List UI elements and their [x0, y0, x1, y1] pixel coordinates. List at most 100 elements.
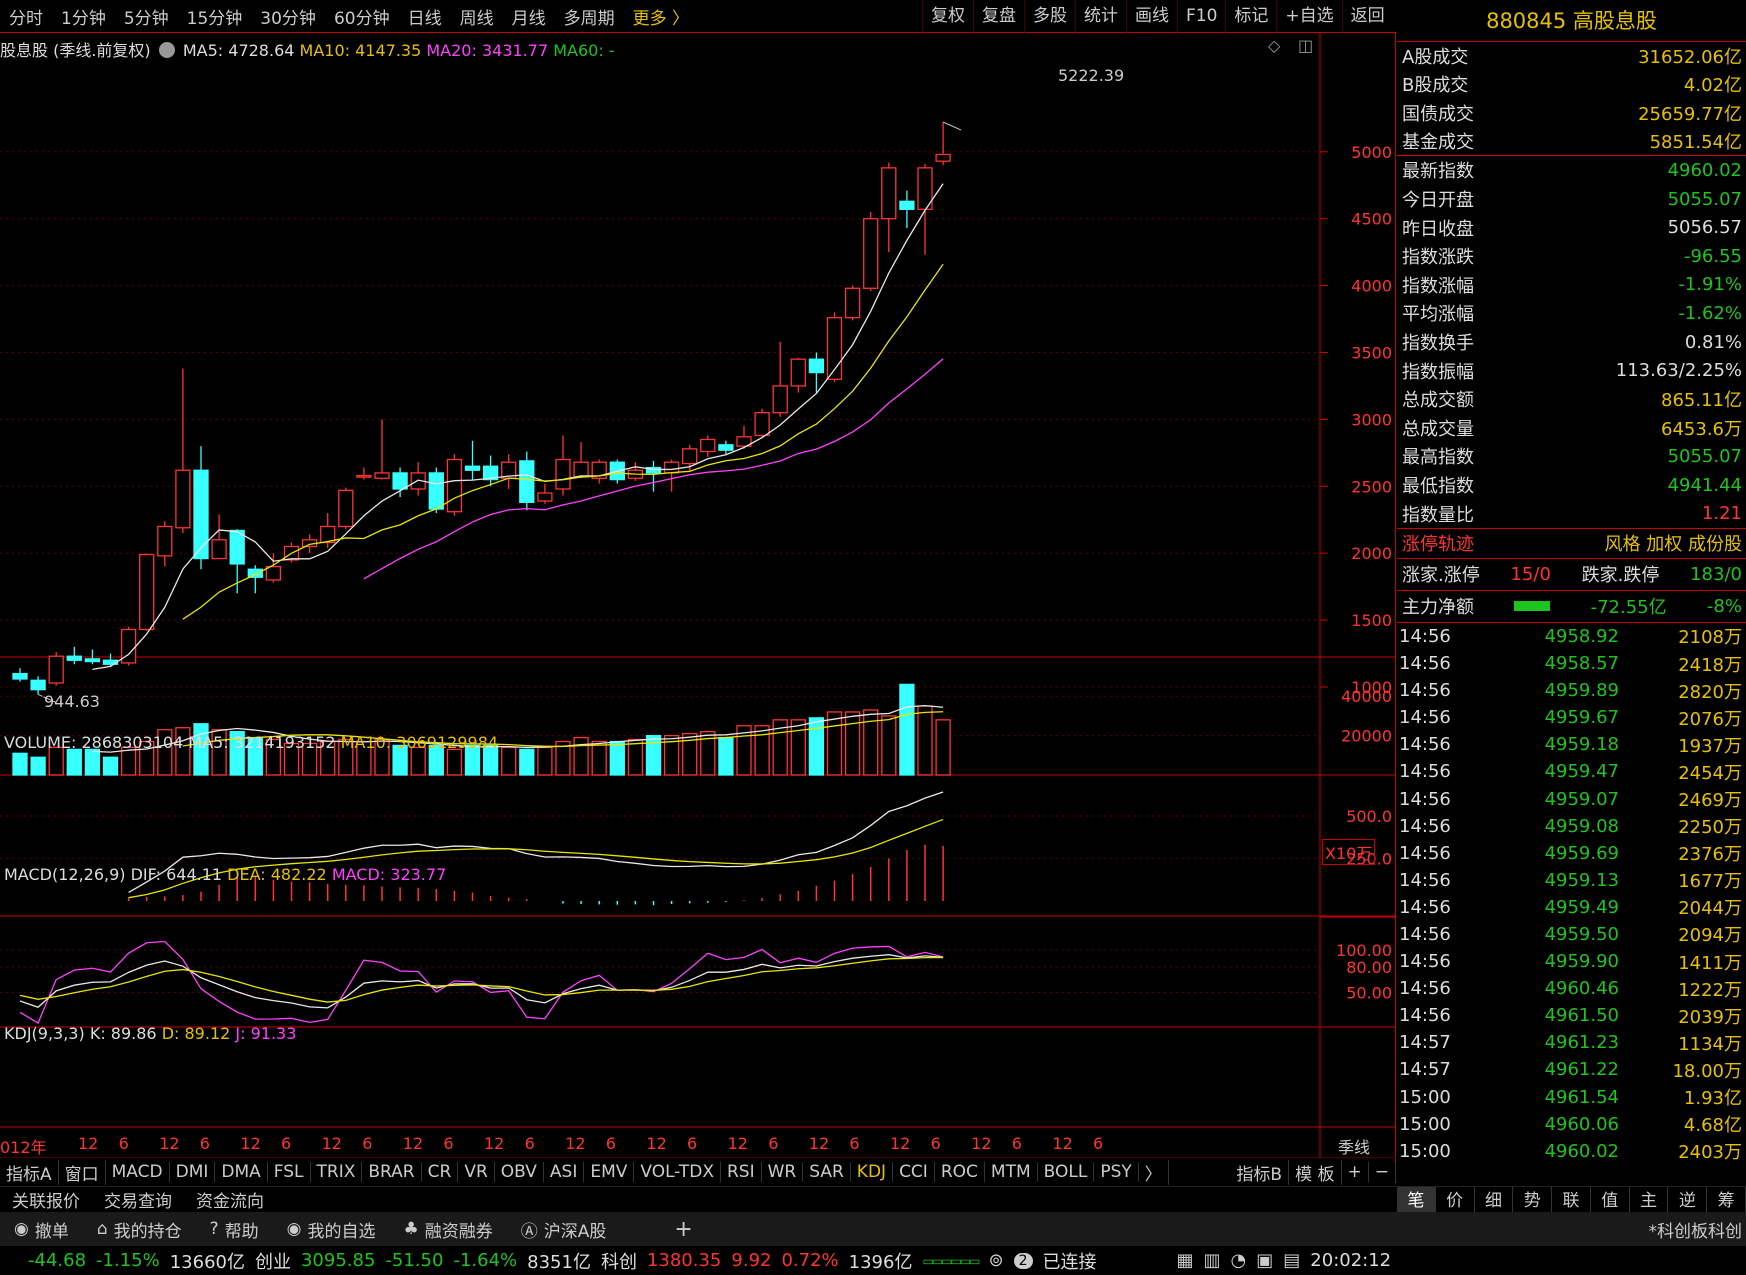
connection-status[interactable]: 已连接 [1043, 1248, 1097, 1274]
indicator-tab-〉[interactable]: 〉 [1139, 1159, 1169, 1185]
tab-fenshi[interactable]: 分时 [0, 4, 52, 29]
indicator-tab-mtm[interactable]: MTM [985, 1162, 1038, 1182]
sh-change: -44.68 [28, 1250, 87, 1271]
margin-trading-button[interactable]: ♣ 融资融券 [390, 1217, 507, 1242]
indicator-tab-roc[interactable]: ROC [935, 1162, 985, 1182]
candle-body [229, 529, 245, 565]
low-label: 944.63 [44, 692, 100, 711]
flow-bar [1514, 601, 1551, 612]
tab-monthly[interactable]: 月线 [503, 4, 555, 29]
my-holdings-button[interactable]: ⌂ 我的持仓 [83, 1217, 196, 1242]
indicator-tab-指标a[interactable]: 指标A [0, 1159, 59, 1185]
monitor-icon[interactable]: ▣ [1256, 1250, 1273, 1271]
cy-pct: -1.64% [453, 1250, 518, 1271]
main-flow-label[interactable]: 主力净额 [1402, 593, 1474, 619]
market-status-bar: -44.68 -1.15% 13660亿 创业 3095.85 -51.50 -… [0, 1246, 1746, 1275]
fuquan-button[interactable]: 复权 [922, 0, 973, 33]
trade-query-tab[interactable]: 交易查询 [92, 1187, 184, 1212]
indicator-tab-窗口[interactable]: 窗口 [59, 1159, 106, 1185]
sh-sz-a-button[interactable]: Ⓐ 沪深A股 [507, 1217, 621, 1242]
settings-circle-icon[interactable] [158, 42, 175, 58]
indicator-right-2[interactable]: + [1342, 1162, 1369, 1182]
tab-60min[interactable]: 60分钟 [325, 4, 399, 29]
indicator-tab-psy[interactable]: PSY [1094, 1162, 1139, 1182]
cy-name[interactable]: 创业 [255, 1248, 291, 1274]
stat-row: 最高指数 5055.07 [1397, 442, 1746, 471]
x-tick-label: 12 [1052, 1134, 1072, 1153]
tick-time: 14:56 [1399, 896, 1451, 918]
candle-body [157, 525, 173, 557]
indicator-tab-vr[interactable]: VR [458, 1162, 495, 1182]
tab-multi-period[interactable]: 多周期 [555, 4, 624, 29]
indicator-tab-rsi[interactable]: RSI [721, 1162, 762, 1182]
mark-button[interactable]: 标记 [1225, 0, 1276, 33]
tab-weekly[interactable]: 周线 [451, 4, 503, 29]
tab-daily[interactable]: 日线 [399, 4, 451, 29]
indicator-tab-kdj[interactable]: KDJ [851, 1162, 894, 1182]
indicator-tab-macd[interactable]: MACD [106, 1162, 170, 1182]
price-legend: 股息股 (季线.前复权) MA5: 4728.64 MA10: 4147.35 … [0, 37, 615, 61]
stats-button[interactable]: 统计 [1075, 0, 1126, 33]
indicator-tab-obv[interactable]: OBV [495, 1162, 544, 1182]
indicator-tab-dmi[interactable]: DMI [170, 1162, 216, 1182]
more-periods-button[interactable]: 更多 〉 [624, 4, 698, 29]
stat-value: 31652.06亿 [1638, 47, 1742, 69]
add-tab-button[interactable]: + [660, 1217, 706, 1242]
my-watchlist-button[interactable]: ◉ 我的自选 [273, 1217, 390, 1242]
limit-up-link[interactable]: 涨停轨迹 [1402, 530, 1474, 556]
window-icon[interactable]: ▤ [1283, 1250, 1300, 1271]
panel-toggle-icon[interactable]: ◫ [1298, 36, 1313, 55]
help-button[interactable]: ? 帮助 [196, 1217, 273, 1242]
cancel-order-button[interactable]: ◉ 撤单 [0, 1217, 83, 1242]
kline-chart[interactable]: 5000 4500 4000 3500 3000 2500 2000 1500 1000 4000… [0, 33, 1396, 1183]
tick-price: 4960.46 [1544, 978, 1619, 1000]
keyboard-icon[interactable]: ▦ [1177, 1250, 1194, 1271]
indicator-tab-cci[interactable]: CCI [893, 1162, 935, 1182]
tab-1min[interactable]: 1分钟 [52, 4, 115, 29]
replay-button[interactable]: 复盘 [973, 0, 1024, 33]
tick-row: 14:56 4959.69 2376万 [1397, 840, 1746, 867]
diamond-icon[interactable]: ◇ [1268, 36, 1280, 55]
draw-button[interactable]: 画线 [1126, 0, 1177, 33]
chart-canvas[interactable]: 5000450040003500300025002000150010004000… [0, 33, 1396, 1157]
add-watchlist-button[interactable]: +自选 [1276, 0, 1341, 33]
f10-button[interactable]: F10 [1177, 0, 1225, 33]
multi-stock-button[interactable]: 多股 [1024, 0, 1075, 33]
indicator-tab-brar[interactable]: BRAR [362, 1162, 422, 1182]
tab-5min[interactable]: 5分钟 [115, 4, 178, 29]
indicator-tab-vol-tdx[interactable]: VOL-TDX [634, 1162, 721, 1182]
tab-30min[interactable]: 30分钟 [251, 4, 325, 29]
tick-volume: 1677万 [1678, 871, 1742, 893]
indicator-tab-cr[interactable]: CR [422, 1162, 459, 1182]
indicator-tab-sar[interactable]: SAR [803, 1162, 851, 1182]
indicator-right-0[interactable]: 指标B [1230, 1159, 1290, 1185]
indicator-tab-wr[interactable]: WR [762, 1162, 804, 1182]
indicator-tab-boll[interactable]: BOLL [1038, 1162, 1095, 1182]
kcb-link[interactable]: *科创板科创 [1649, 1217, 1746, 1242]
candle-body [881, 167, 897, 220]
tick-price: 4959.49 [1544, 896, 1619, 918]
stat-row: 最新指数 4960.02 [1397, 156, 1746, 185]
style-links[interactable]: 风格 加权 成份股 [1605, 530, 1742, 556]
back-button[interactable]: 返回 [1341, 0, 1393, 33]
tick-price: 4959.13 [1544, 869, 1619, 891]
related-quotes-tab[interactable]: 关联报价 [0, 1187, 92, 1212]
cancel-order-label: 撤单 [34, 1221, 69, 1242]
fund-flow-tab[interactable]: 资金流向 [184, 1187, 276, 1212]
indicator-tab-dma[interactable]: DMA [215, 1162, 268, 1182]
tab-15min[interactable]: 15分钟 [178, 4, 252, 29]
indicator-tab-fsl[interactable]: FSL [268, 1162, 311, 1182]
indicator-right-3[interactable]: − [1369, 1162, 1396, 1182]
kc-name[interactable]: 科创 [601, 1248, 637, 1274]
indicator-tab-trix[interactable]: TRIX [311, 1162, 363, 1182]
tick-volume: 1222万 [1678, 979, 1742, 1001]
indicator-tab-asi[interactable]: ASI [544, 1162, 585, 1182]
x-tick-label: 6 [525, 1134, 535, 1153]
tick-time: 14:56 [1399, 707, 1451, 729]
chat-icon[interactable]: ◔ [1231, 1250, 1247, 1271]
volume-bar [66, 748, 82, 776]
indicator-tab-emv[interactable]: EMV [584, 1162, 635, 1182]
tick-list[interactable]: 14:56 4958.92 2108万 14:56 4958.57 2418万 14:56 4… [1397, 623, 1746, 1165]
indicator-right-1[interactable]: 模 板 [1289, 1159, 1342, 1185]
book-icon[interactable]: ▥ [1204, 1250, 1221, 1271]
